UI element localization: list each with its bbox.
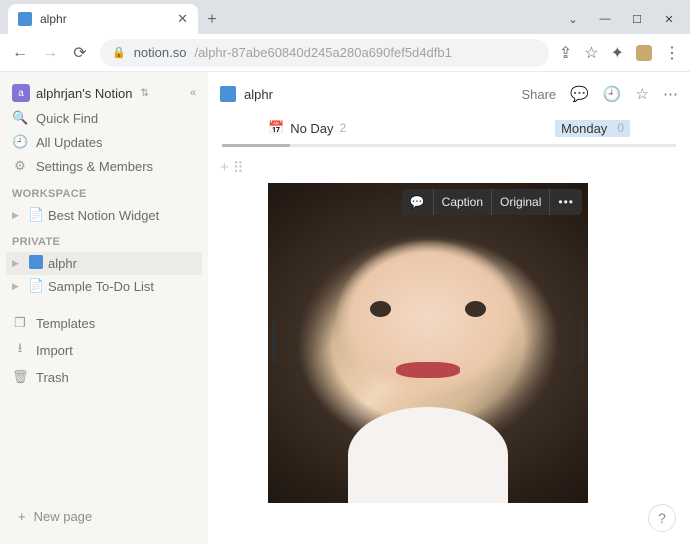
- image-caption-button[interactable]: Caption: [433, 189, 491, 215]
- chevron-down-icon[interactable]: ⌄: [566, 13, 580, 26]
- trash-icon: 🗑: [12, 369, 28, 385]
- page-icon: 📄: [28, 207, 44, 223]
- workspace-logo-icon: a: [12, 84, 30, 102]
- image-original-button[interactable]: Original: [491, 189, 549, 215]
- section-private: PRIVATE: [6, 226, 202, 252]
- extensions-icon[interactable]: ✦: [611, 43, 624, 63]
- minimize-icon[interactable]: —: [598, 13, 612, 26]
- browser-tab-strip: alphr ✕ + ⌄ — ☐ ✕: [0, 0, 690, 34]
- sidebar-page-sample-todo[interactable]: ▶ 📄 Sample To-Do List: [6, 275, 202, 297]
- url-path: /alphr-87abe60840d245a280a690fef5d4dfb1: [194, 45, 451, 60]
- tab-title: alphr: [40, 12, 67, 26]
- speech-bubble-icon: 💬: [410, 195, 425, 209]
- sidebar-page-best-notion-widget[interactable]: ▶ 📄 Best Notion Widget: [6, 204, 202, 226]
- page-title[interactable]: alphr: [244, 87, 273, 102]
- group-count: 2: [340, 121, 347, 135]
- import[interactable]: ⭳Import: [6, 335, 202, 365]
- image-content: [268, 183, 588, 503]
- clock-icon: 🕘: [12, 134, 28, 150]
- group-monday[interactable]: Monday 0: [555, 120, 630, 137]
- sidebar-page-alphr[interactable]: ▶ alphr: [6, 252, 202, 275]
- templates-icon: ❐: [12, 315, 28, 331]
- new-tab-button[interactable]: +: [198, 6, 226, 34]
- sidebar: a alphrjan's Notion ⇅ « 🔍Quick Find 🕘All…: [0, 72, 208, 544]
- group-count: 0: [617, 121, 624, 135]
- image-toolbar: 💬 Caption Original •••: [402, 189, 582, 215]
- maximize-icon[interactable]: ☐: [630, 13, 644, 26]
- extension-avatar[interactable]: [636, 45, 652, 61]
- add-block-icon[interactable]: +: [220, 159, 229, 177]
- gear-icon: ⚙: [12, 158, 28, 174]
- url-host: notion.so: [134, 45, 187, 60]
- resize-handle-left[interactable]: [272, 321, 276, 365]
- favorite-icon[interactable]: ☆: [636, 85, 649, 103]
- tab-favicon: [18, 12, 32, 26]
- close-window-icon[interactable]: ✕: [662, 13, 676, 26]
- section-workspace: WORKSPACE: [6, 178, 202, 204]
- page-topbar: alphr Share 💬 🕘 ☆ ⋯: [208, 72, 690, 116]
- settings-members[interactable]: ⚙Settings & Members: [6, 154, 202, 178]
- drag-handle-icon[interactable]: ⠿: [233, 159, 244, 177]
- share-page-icon[interactable]: ⇪: [559, 43, 572, 63]
- board-groups: 📅 No Day 2 Monday 0: [208, 116, 690, 140]
- more-menu-icon[interactable]: ⋯: [663, 85, 678, 103]
- chevron-updown-icon: ⇅: [140, 88, 148, 99]
- reload-button[interactable]: ⟳: [70, 43, 90, 63]
- window-controls: ⌄ — ☐ ✕: [566, 13, 690, 34]
- image-block[interactable]: 💬 Caption Original •••: [268, 183, 588, 503]
- group-no-day[interactable]: 📅 No Day 2: [268, 120, 346, 136]
- image-comment-button[interactable]: 💬: [402, 189, 433, 215]
- tab-close-icon[interactable]: ✕: [177, 11, 188, 27]
- quick-find[interactable]: 🔍Quick Find: [6, 106, 202, 130]
- page-icon: [28, 255, 44, 272]
- disclosure-triangle-icon[interactable]: ▶: [12, 281, 24, 292]
- disclosure-triangle-icon[interactable]: ▶: [12, 210, 24, 221]
- workspace-switcher[interactable]: a alphrjan's Notion ⇅ «: [6, 80, 202, 106]
- trash[interactable]: 🗑Trash: [6, 365, 202, 389]
- page-content: alphr Share 💬 🕘 ☆ ⋯ 📅 No Day 2 Monday 0: [208, 72, 690, 544]
- updates-icon[interactable]: 🕘: [603, 85, 622, 103]
- page-icon[interactable]: [220, 86, 236, 102]
- url-input[interactable]: 🔒 notion.so/alphr-87abe60840d245a280a690…: [100, 39, 549, 67]
- calendar-icon: 📅: [268, 120, 284, 136]
- address-bar: ← → ⟳ 🔒 notion.so/alphr-87abe60840d245a2…: [0, 34, 690, 72]
- search-icon: 🔍: [12, 110, 28, 126]
- collapse-sidebar-icon[interactable]: «: [190, 87, 196, 99]
- bookmark-icon[interactable]: ☆: [584, 43, 598, 63]
- disclosure-triangle-icon[interactable]: ▶: [12, 258, 24, 269]
- help-button[interactable]: ?: [648, 504, 676, 532]
- browser-menu-icon[interactable]: ⋮: [664, 43, 680, 63]
- all-updates[interactable]: 🕘All Updates: [6, 130, 202, 154]
- new-page-button[interactable]: + New page: [12, 503, 196, 530]
- browser-tab[interactable]: alphr ✕: [8, 4, 198, 34]
- forward-button[interactable]: →: [40, 43, 60, 63]
- resize-handle-right[interactable]: [580, 321, 584, 365]
- workspace-name: alphrjan's Notion: [36, 86, 132, 101]
- lock-icon: 🔒: [112, 46, 126, 59]
- import-icon: ⭳: [12, 339, 28, 361]
- share-button[interactable]: Share: [521, 87, 556, 102]
- page-icon: 📄: [28, 278, 44, 294]
- image-more-button[interactable]: •••: [549, 189, 582, 215]
- back-button[interactable]: ←: [10, 43, 30, 63]
- comments-icon[interactable]: 💬: [570, 85, 589, 103]
- templates[interactable]: ❐Templates: [6, 311, 202, 335]
- plus-icon: +: [18, 509, 26, 524]
